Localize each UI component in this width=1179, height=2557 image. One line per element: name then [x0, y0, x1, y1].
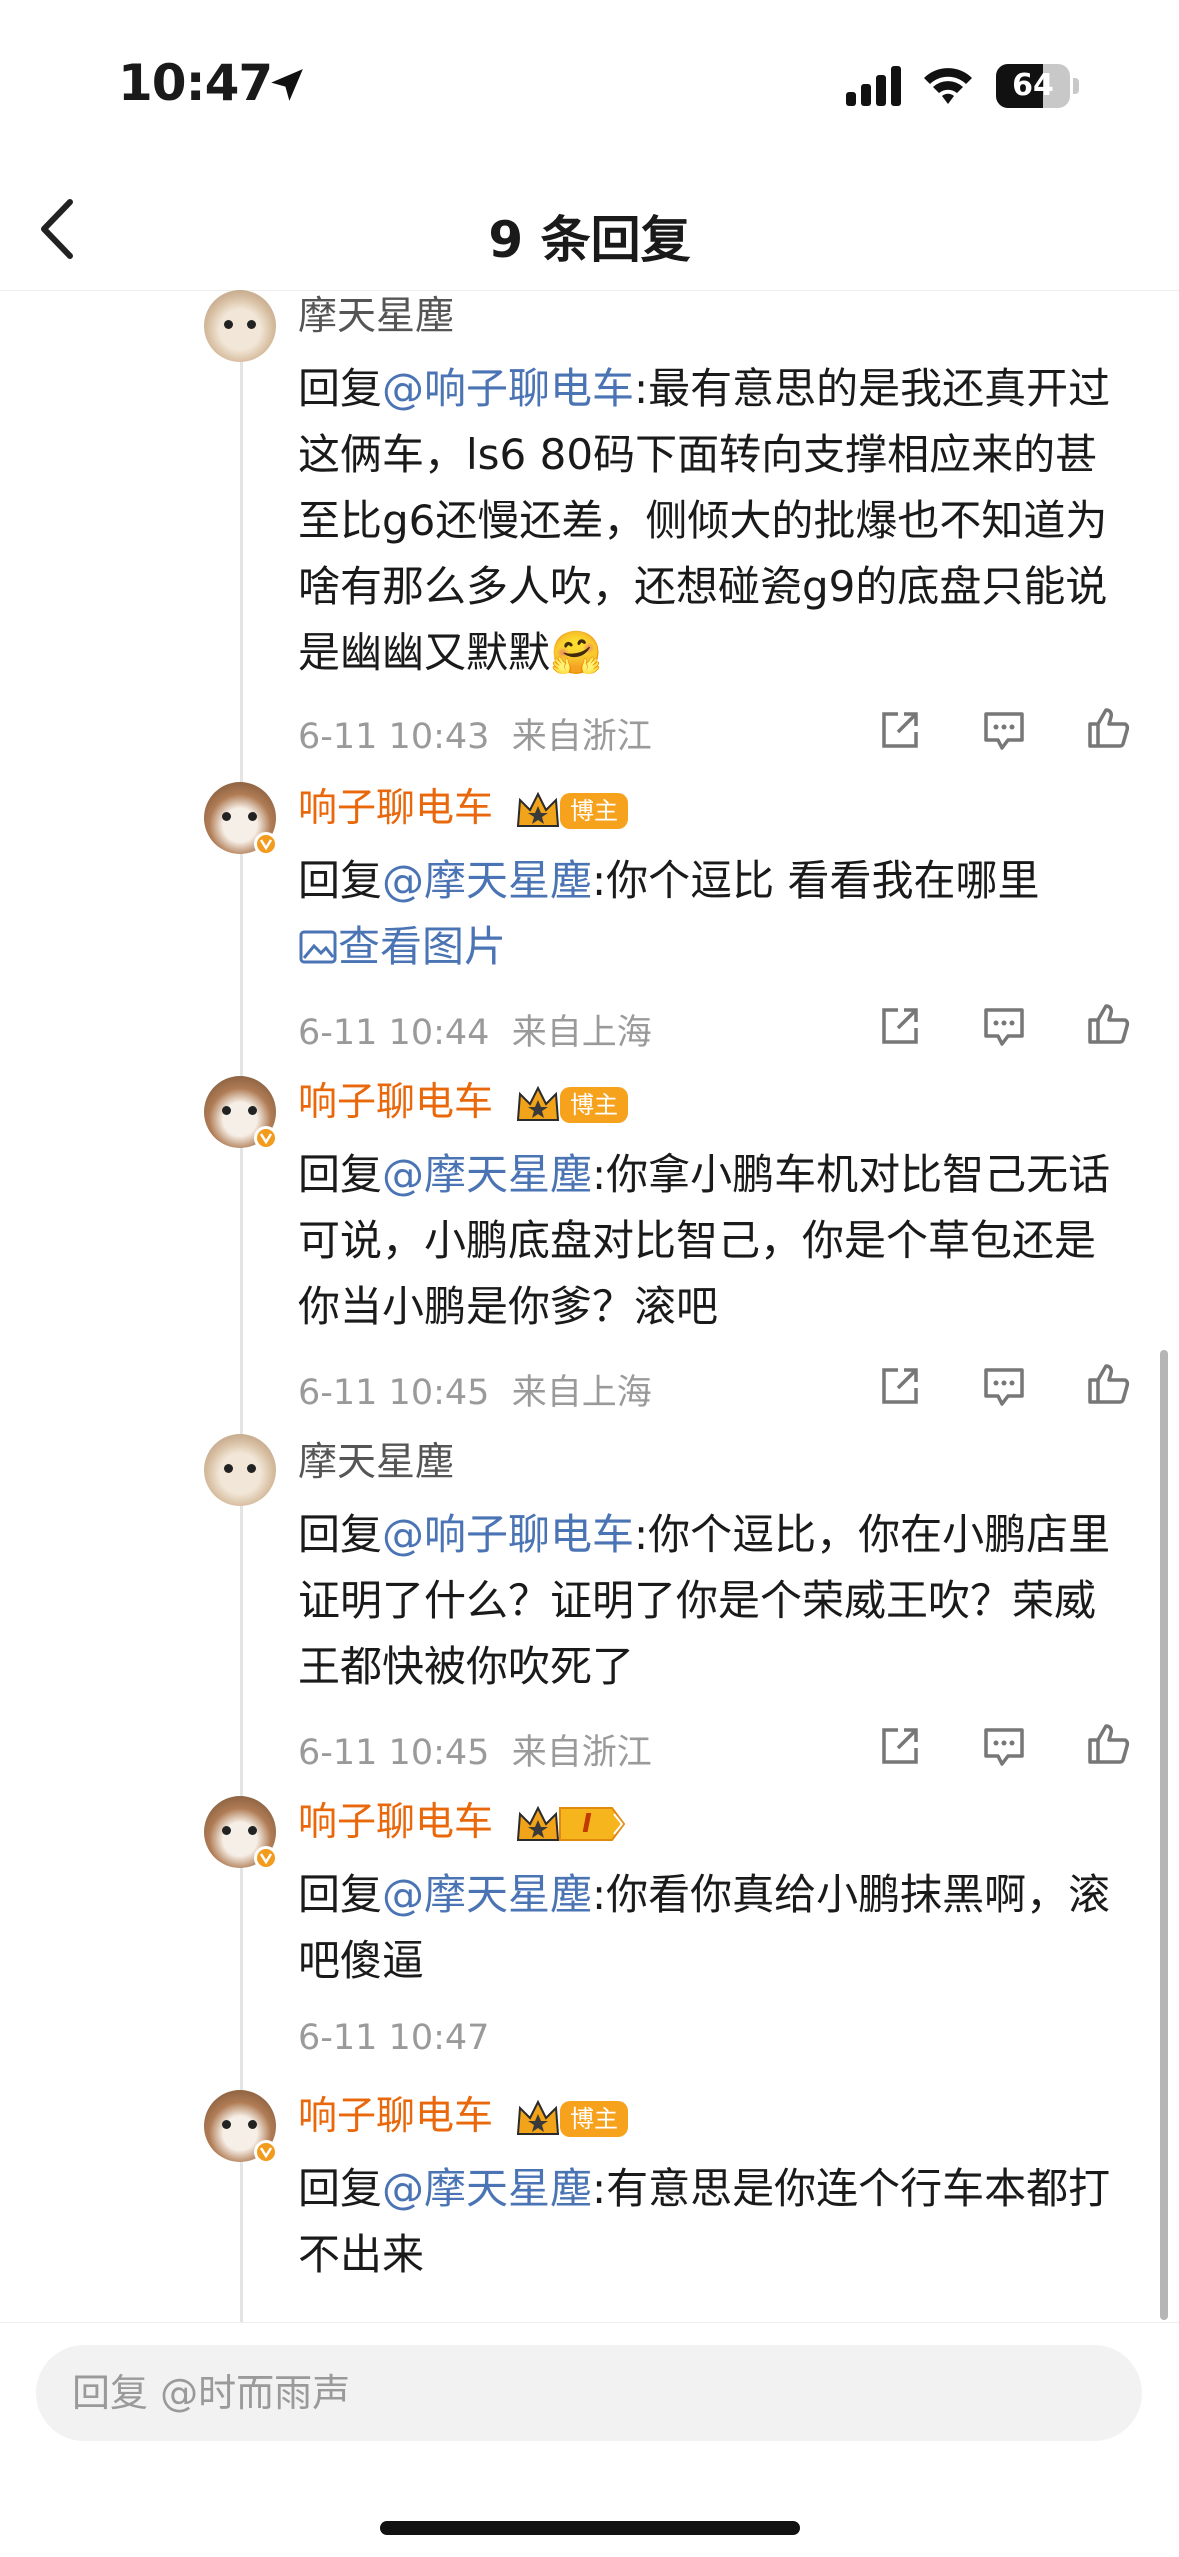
- battery-level: 64: [1012, 68, 1054, 103]
- share-icon[interactable]: [876, 1002, 924, 1050]
- reply-location: 来自上海: [511, 1013, 652, 1053]
- reply-location: 来自浙江: [511, 1733, 652, 1773]
- share-icon[interactable]: [876, 1362, 924, 1410]
- reply-location: 来自上海: [511, 1373, 652, 1413]
- hug-emoji: 🤗: [550, 628, 603, 677]
- author-name[interactable]: 响子聊电车: [298, 784, 493, 834]
- reply-meta: 6-11 10:47: [298, 2018, 489, 2058]
- reply-text: 回复@摩天星塵:你个逗比 看看我在哪里 查看图片: [298, 856, 1040, 971]
- reply-text: 回复@摩天星塵:你看你真给小鹏抹黑啊，滚吧傻逼: [298, 1870, 1111, 1985]
- comment-icon[interactable]: [980, 1362, 1028, 1410]
- verified-badge-icon: [254, 1126, 278, 1150]
- reply-bar: 回复 @时而雨声: [0, 2322, 1179, 2557]
- reply-date: 6-11 10:47: [298, 2018, 490, 2058]
- crown-icon: [516, 2099, 560, 2135]
- reply-placeholder: 回复 @时而雨声: [72, 2371, 351, 2415]
- like-icon[interactable]: [1084, 1000, 1132, 1048]
- wifi-icon: [924, 68, 972, 104]
- blogger-badge: 博主: [560, 1087, 628, 1123]
- mention-link[interactable]: @摩天星塵: [382, 1870, 592, 1919]
- mention-link[interactable]: @摩天星塵: [382, 1150, 592, 1199]
- like-icon[interactable]: [1084, 704, 1132, 752]
- mention-link[interactable]: @响子聊电车: [382, 364, 634, 413]
- reply-date: 6-11 10:45: [298, 1373, 490, 1413]
- reply-text: 回复@摩天星塵:你拿小鹏车机对比智己无话可说，小鹏底盘对比智己，你是个草包还是你…: [298, 1150, 1111, 1331]
- crown-icon: [516, 1805, 560, 1841]
- reply-input[interactable]: 回复 @时而雨声: [36, 2345, 1142, 2441]
- verified-badge-icon: [254, 1846, 278, 1870]
- verified-badge-icon: [254, 832, 278, 856]
- page-title: 9 条回复: [488, 211, 691, 269]
- level-label: I: [582, 1809, 592, 1839]
- mention-link[interactable]: @摩天星塵: [382, 856, 592, 905]
- comment-icon[interactable]: [980, 1722, 1028, 1770]
- crown-icon: [516, 1085, 560, 1121]
- status-bar: 10:47 64: [0, 0, 1179, 170]
- share-icon[interactable]: [876, 706, 924, 754]
- nav-bar: 9 条回复: [0, 170, 1179, 291]
- reply-date: 6-11 10:44: [298, 1013, 490, 1053]
- author-name[interactable]: 响子聊电车: [298, 2092, 493, 2142]
- reply-meta: 6-11 10:43 来自浙江: [298, 708, 652, 759]
- blogger-badge: 博主: [560, 2101, 628, 2137]
- share-icon[interactable]: [876, 1722, 924, 1770]
- mention-link[interactable]: @摩天星塵: [382, 2164, 592, 2213]
- reply-meta: 6-11 10:45 来自上海: [298, 1364, 652, 1415]
- location-arrow-icon: [271, 69, 303, 101]
- like-icon[interactable]: [1084, 1360, 1132, 1408]
- reply-meta: 6-11 10:44 来自上海: [298, 1004, 652, 1055]
- reply-meta: 6-11 10:45 来自浙江: [298, 1724, 652, 1775]
- author-name[interactable]: 摩天星塵: [298, 1438, 454, 1488]
- view-image-link[interactable]: 查看图片: [298, 922, 506, 971]
- author-name[interactable]: 摩天星塵: [298, 292, 454, 342]
- scrollbar[interactable]: [1160, 1350, 1168, 2320]
- comment-icon[interactable]: [980, 1002, 1028, 1050]
- reply-text: 回复@响子聊电车:最有意思的是我还真开过这俩车，ls6 80码下面转向支撑相应来…: [298, 364, 1111, 677]
- image-icon: [299, 930, 337, 964]
- reply-text: 回复@响子聊电车:你个逗比，你在小鹏店里证明了什么？证明了你是个荣威王吹？荣威王…: [298, 1510, 1111, 1691]
- author-name[interactable]: 响子聊电车: [298, 1078, 493, 1128]
- thread-line: [240, 292, 243, 2322]
- reply-date: 6-11 10:45: [298, 1733, 490, 1773]
- verified-badge-icon: [254, 2140, 278, 2164]
- reply-location: 来自浙江: [511, 717, 652, 757]
- cellular-signal-icon: [846, 66, 901, 106]
- mention-link[interactable]: @响子聊电车: [382, 1510, 634, 1559]
- comment-icon[interactable]: [980, 706, 1028, 754]
- status-time: 10:47: [118, 54, 273, 112]
- author-name[interactable]: 响子聊电车: [298, 1798, 493, 1848]
- blogger-badge: 博主: [560, 793, 628, 829]
- avatar[interactable]: [204, 1434, 276, 1506]
- home-indicator: [380, 2521, 800, 2535]
- crown-icon: [516, 791, 560, 827]
- like-icon[interactable]: [1084, 1720, 1132, 1768]
- battery-icon: 64: [996, 64, 1080, 108]
- reply-date: 6-11 10:43: [298, 717, 490, 757]
- avatar[interactable]: [204, 290, 276, 362]
- reply-text: 回复@摩天星塵:有意思是你连个行车本都打不出来: [298, 2164, 1111, 2279]
